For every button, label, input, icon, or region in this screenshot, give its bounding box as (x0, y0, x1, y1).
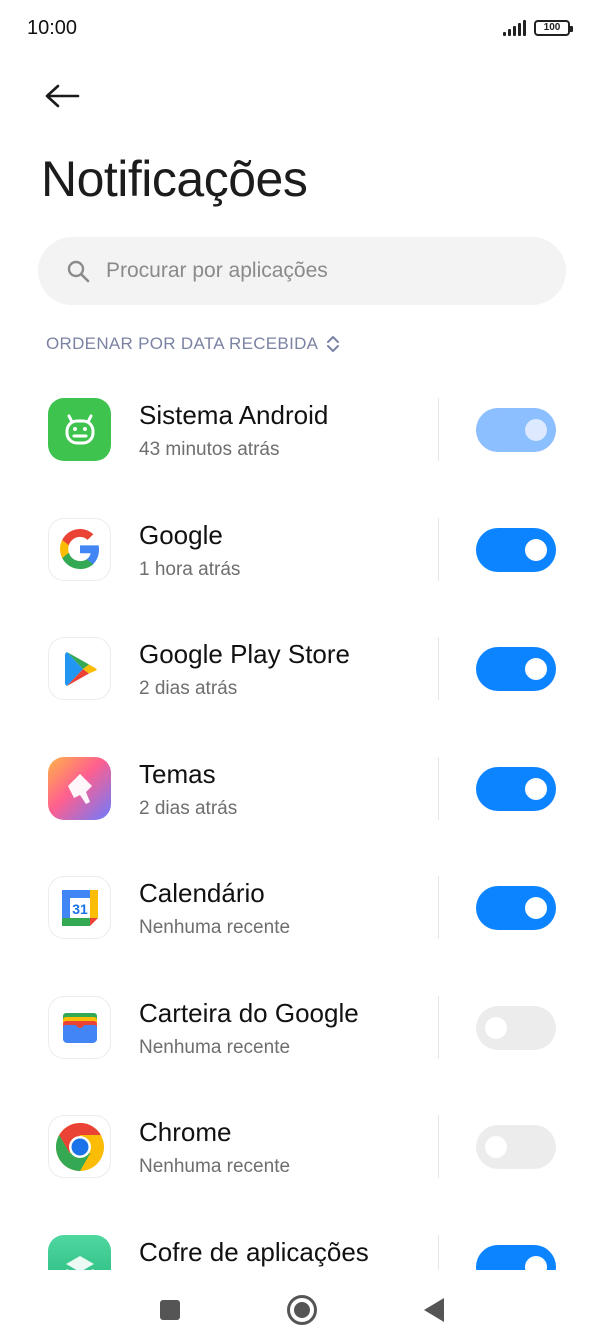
notification-toggle[interactable] (476, 886, 556, 930)
app-row-google[interactable]: Google 1 hora atrás (0, 490, 604, 610)
app-name: Temas (139, 758, 216, 789)
app-name: Google Play Store (139, 639, 351, 669)
divider (438, 1115, 439, 1178)
recents-button[interactable] (150, 1290, 190, 1330)
notification-toggle[interactable] (476, 408, 556, 452)
android-system-icon (48, 398, 111, 461)
calendar-day: 31 (72, 901, 88, 917)
divider (438, 876, 439, 939)
calendar-icon: 31 (48, 876, 111, 939)
search-icon (67, 260, 90, 283)
page-title: Notificações (41, 151, 308, 207)
search-input[interactable]: Procurar por aplicações (38, 237, 566, 305)
chevron-updown-icon (327, 336, 340, 352)
status-time: 10:00 (27, 17, 78, 39)
app-row-chrome[interactable]: Chrome Nenhuma recente (0, 1087, 604, 1207)
back-button[interactable] (36, 74, 88, 118)
app-name: Carteira do Google (139, 997, 359, 1028)
app-name: Calendário (139, 878, 265, 908)
sort-label: ORDENAR POR DATA RECEBIDA (46, 334, 319, 353)
app-row-sistema-android[interactable]: Sistema Android 43 minutos atrás (0, 370, 604, 490)
app-last-notification: 43 minutos atrás (139, 439, 280, 460)
app-last-notification: 2 dias atrás (139, 678, 238, 699)
status-icons: 100 (503, 19, 573, 36)
app-last-notification: 2 dias atrás (139, 797, 238, 819)
notification-toggle[interactable] (476, 647, 556, 691)
app-notification-list: Sistema Android 43 minutos atrás Google … (0, 370, 604, 1270)
divider (438, 756, 439, 820)
app-row-carteira-do-google[interactable]: Carteira do Google Nenhuma recente (0, 968, 604, 1088)
battery-level: 100 (543, 22, 561, 33)
divider (438, 517, 439, 581)
divider (438, 1234, 439, 1270)
back-triangle-icon (424, 1298, 444, 1322)
notification-toggle[interactable] (476, 1125, 556, 1169)
app-row-cofre-de-aplicacoes[interactable]: Cofre de aplicações (0, 1207, 604, 1270)
notification-toggle[interactable] (476, 766, 556, 811)
notification-toggle[interactable] (476, 527, 556, 572)
themes-icon (48, 756, 111, 820)
app-vault-icon (48, 1234, 111, 1270)
notification-toggle[interactable] (476, 1244, 556, 1270)
app-row-temas[interactable]: Temas 2 dias atrás (0, 729, 604, 849)
recents-square-icon (160, 1300, 180, 1320)
app-name: Sistema Android (139, 400, 329, 430)
battery-icon: 100 (534, 19, 573, 36)
status-bar: 10:00 100 (0, 0, 604, 58)
divider (438, 398, 439, 461)
notification-toggle[interactable] (476, 1005, 556, 1050)
play-store-icon (48, 637, 111, 700)
app-name: Google (139, 519, 223, 550)
app-last-notification: Nenhuma recente (139, 1036, 291, 1058)
signal-icon (503, 19, 526, 36)
divider (438, 995, 439, 1059)
nav-back-button[interactable] (414, 1290, 454, 1330)
app-last-notification: Nenhuma recente (139, 1156, 291, 1177)
sort-selector[interactable]: ORDENAR POR DATA RECEBIDA (46, 334, 340, 354)
app-last-notification: 1 hora atrás (139, 558, 241, 580)
divider (438, 637, 439, 700)
search-placeholder: Procurar por aplicações (106, 259, 328, 282)
app-name: Cofre de aplicações (139, 1236, 369, 1267)
google-icon (48, 517, 111, 581)
wallet-icon (48, 995, 111, 1059)
app-last-notification: Nenhuma recente (139, 917, 291, 938)
chrome-icon (48, 1115, 111, 1178)
app-row-calendario[interactable]: 31 Calendário Nenhuma recente (0, 848, 604, 968)
app-name: Chrome (139, 1117, 232, 1147)
system-navigation-bar (0, 1272, 604, 1344)
app-row-google-play-store[interactable]: Google Play Store 2 dias atrás (0, 609, 604, 729)
home-button[interactable] (282, 1290, 322, 1330)
arrow-left-icon (45, 84, 80, 108)
home-circle-icon (287, 1295, 317, 1325)
